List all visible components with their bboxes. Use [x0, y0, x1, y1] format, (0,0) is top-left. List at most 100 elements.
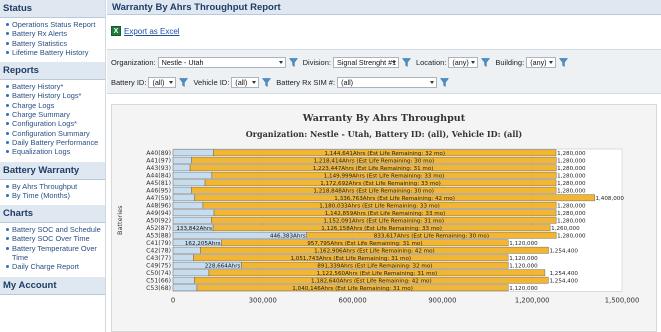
battery-rx-sim-value: (all) — [341, 78, 354, 87]
bar-total-label: 1,254,400 — [549, 278, 578, 284]
bar-remaining-label: 1,218,848Ahrs (Est Life Remaining: 30 mo… — [313, 188, 434, 194]
sidebar-item[interactable]: Equalization Logs — [5, 147, 105, 156]
chevron-down-icon — [391, 61, 396, 64]
battery-id-select[interactable]: (all) — [148, 77, 177, 88]
chevron-down-icon — [430, 81, 435, 84]
building-label: Building: — [495, 58, 525, 67]
y-tick-label: C42(78) — [146, 247, 171, 254]
page-title: Warranty By Ahrs Throughput Report — [107, 0, 661, 15]
filter-row-2: Battery ID: (all) Vehicle ID: (all) Batt… — [111, 77, 454, 88]
sidebar-item[interactable]: Battery Temperature Over Time — [5, 244, 105, 263]
bar-used — [172, 194, 195, 202]
y-tick-label: A40(89) — [146, 150, 171, 157]
bar-total-label: 1,120,000 — [509, 256, 538, 262]
excel-icon[interactable]: X — [111, 26, 121, 36]
sidebar-item[interactable]: Battery Statistics — [5, 39, 105, 48]
export-excel-link[interactable]: Export as Excel — [124, 27, 180, 36]
sidebar-item[interactable]: Charge Summary — [5, 110, 105, 119]
bar-remaining-label: 1,152,091Ahrs (Est Life Remaining: 31 mo… — [323, 218, 444, 224]
chevron-down-icon — [252, 81, 257, 84]
filter-funnel-icon[interactable] — [481, 58, 491, 67]
y-tick-label: A47(59) — [146, 195, 171, 202]
sidebar-item[interactable]: Battery SOC Over Time — [5, 234, 105, 243]
vehicle-id-select[interactable]: (all) — [231, 77, 260, 88]
export-excel[interactable]: X Export as Excel — [111, 26, 180, 36]
y-tick-label: A45(81) — [146, 180, 171, 187]
chart-panel: Warranty By Ahrs Throughput Organization… — [111, 104, 657, 332]
bar-remaining-label: 1,172,692Ahrs (Est Life Remaining: 33 mo… — [320, 181, 441, 187]
y-tick-label: A41(97) — [146, 157, 171, 164]
division-select[interactable]: Signal Strenght #1 — [332, 57, 399, 68]
chevron-down-icon — [278, 61, 283, 64]
sidebar-item[interactable]: Battery History* — [5, 82, 105, 91]
sidebar-item[interactable]: Battery Rx Alerts — [5, 29, 105, 38]
bar-total-label: 1,280,000 — [557, 181, 586, 187]
bar-chart: 0 300,000 600,000 900,000 1,200,000 1,500,000… — [116, 148, 639, 305]
battery-id-value: (all) — [152, 78, 165, 87]
sidebar-item[interactable]: Lifetime Battery History — [5, 48, 105, 57]
bar-remaining-label: 1,122,560Ahrs (Est Life Remaining: 31 mo… — [317, 271, 438, 277]
organization-select[interactable]: Nestle - Utah — [157, 57, 286, 68]
bar-remaining-label: 833,617Ahrs (Est Life Remaining: 30 mo) — [374, 233, 489, 239]
y-tick-label: A52(87) — [146, 225, 171, 232]
bar-used — [172, 201, 204, 209]
sidebar-item[interactable]: Configuration Logs* — [5, 119, 105, 128]
y-tick-label: A50(92) — [146, 217, 171, 224]
y-tick-label: C50(74) — [146, 270, 171, 277]
sidebar-item[interactable]: Charge Logs — [5, 101, 105, 110]
y-tick-label: C51(66) — [146, 277, 171, 284]
bar-total-label: 1,280,000 — [557, 158, 586, 164]
filter-funnel-icon[interactable] — [262, 78, 272, 87]
bar-used — [172, 269, 210, 277]
bar-total-label: 1,254,400 — [549, 271, 578, 277]
sidebar-item[interactable]: Battery History Logs* — [5, 91, 105, 100]
filter-funnel-icon[interactable] — [288, 58, 298, 67]
sidebar-item[interactable]: Daily Charge Report — [5, 262, 105, 271]
y-tick-label: C49(75) — [146, 262, 171, 269]
filter-funnel-icon[interactable] — [440, 78, 450, 87]
sidebar-list: Battery History* Battery History Logs* Cha… — [0, 80, 105, 161]
y-tick-label: C41(79) — [146, 240, 171, 247]
bar-total-label: 1,408,000 — [595, 196, 624, 202]
location-select[interactable]: (any) — [448, 57, 479, 68]
bar-total-label: 1,280,000 — [557, 188, 586, 194]
bar-remaining-label: 957,795Ahrs (Est Life Remaining: 31 mo) — [307, 241, 422, 247]
bar-used — [172, 179, 206, 187]
bar-total-label: 1,260,000 — [551, 226, 580, 232]
bar-used — [172, 164, 191, 172]
bar-total-label: 1,280,000 — [557, 211, 586, 217]
filter-funnel-icon[interactable] — [179, 78, 189, 87]
bar-used-label: 133,842Ahrs — [176, 226, 212, 232]
organization-value: Nestle - Utah — [161, 58, 204, 67]
bar-used — [172, 276, 195, 284]
bar-remaining-label: 1,182,640Ahrs (Est Life Remaining: 42 mo… — [311, 278, 432, 284]
bar-used — [172, 186, 192, 194]
bar-used — [172, 284, 198, 292]
bar-total-label: 1,120,000 — [509, 241, 538, 247]
y-tick-label: C53(68) — [146, 285, 171, 292]
sidebar-item[interactable]: By Time (Months) — [5, 191, 105, 200]
bar-remaining-label: 1,218,414Ahrs (Est Life Remaining: 30 mo… — [314, 158, 435, 164]
bar-remaining-label: 1,040,146Ahrs (Est Life Remaining: 31 mo… — [292, 286, 413, 292]
sidebar-section-title: Charts — [0, 205, 105, 224]
sidebar: Status Operations Status Report Battery Rx… — [0, 0, 106, 332]
x-tick-label: 300,000 — [249, 297, 277, 305]
y-tick-label: A44(84) — [146, 172, 171, 179]
building-select[interactable]: (any) — [526, 57, 557, 68]
sidebar-item[interactable]: Operations Status Report — [5, 20, 105, 29]
bar-used — [172, 216, 212, 224]
filter-funnel-icon[interactable] — [401, 58, 411, 67]
y-axis-label: Batteries — [116, 205, 124, 235]
filter-panel: Organization: Nestle - Utah Division: Si… — [107, 49, 661, 94]
sidebar-item[interactable]: Daily Battery Performance — [5, 138, 105, 147]
bar-used-label: 446,383Ahrs — [270, 233, 306, 239]
sidebar-section-title: Status — [0, 0, 105, 18]
sidebar-item[interactable]: By Ahrs Throughput — [5, 182, 105, 191]
sidebar-item[interactable]: Configuration Summary — [5, 129, 105, 138]
sidebar-list — [0, 295, 105, 302]
bar-total-label: 1,280,000 — [557, 218, 586, 224]
y-tick-label: A53(88) — [146, 232, 171, 239]
battery-rx-sim-select[interactable]: (all) — [337, 77, 438, 88]
sidebar-item[interactable]: Battery SOC and Schedule — [5, 225, 105, 234]
filter-funnel-icon[interactable] — [559, 58, 569, 67]
